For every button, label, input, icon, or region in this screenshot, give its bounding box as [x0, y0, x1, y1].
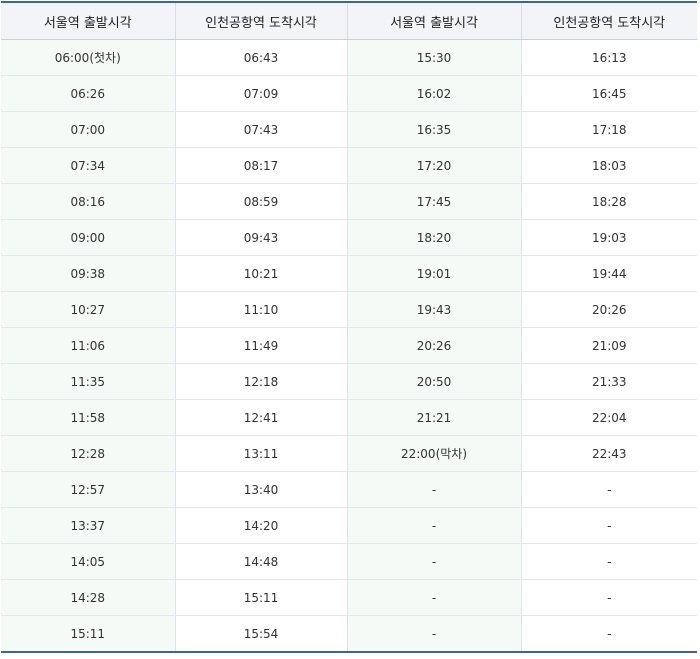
cell-incheon-arrival-1: 12:18 — [175, 363, 348, 400]
cell-incheon-arrival-1: 07:43 — [175, 111, 348, 148]
cell-incheon-arrival-1: 11:10 — [175, 291, 348, 328]
table-row: 09:38 10:21 19:01 19:44 — [1, 255, 697, 292]
table-row: 09:00 09:43 18:20 19:03 — [1, 219, 697, 256]
timetable-container: 서울역 출발시각 인천공항역 도착시각 서울역 출발시각 인천공항역 도착시각 … — [1, 1, 699, 657]
table-row: 14:28 15:11- - — [1, 579, 697, 616]
cell-incheon-arrival-2: 16:13 — [521, 39, 697, 76]
cell-seoul-departure-1: 09:38 — [1, 255, 176, 292]
cell-incheon-arrival-2: 16:45 — [521, 75, 697, 112]
cell-seoul-departure-1: 12:57 — [1, 471, 176, 508]
cell-incheon-arrival-2: 21:33 — [521, 363, 697, 400]
cell-seoul-departure-1: 07:00 — [1, 111, 176, 148]
cell-seoul-departure-1: 15:11 — [1, 615, 176, 652]
cell-seoul-departure-2: 21:21 — [347, 399, 522, 436]
cell-seoul-departure-1: 11:35 — [1, 363, 176, 400]
cell-incheon-arrival-1: 15:54 — [175, 615, 348, 652]
cell-incheon-arrival-2: - — [521, 507, 697, 544]
cell-incheon-arrival-1: 08:17 — [175, 147, 348, 184]
table-row: 12:28 13:11 22:00(막차) 22:43 — [1, 435, 697, 472]
cell-incheon-arrival-2: 18:28 — [521, 183, 697, 220]
cell-seoul-departure-1: 10:27 — [1, 291, 176, 328]
cell-incheon-arrival-1: 12:41 — [175, 399, 348, 436]
cell-incheon-arrival-2: - — [521, 471, 697, 508]
table-row: 08:16 08:59 17:45 18:28 — [1, 183, 697, 220]
cell-seoul-departure-2: 19:43 — [347, 291, 522, 328]
cell-incheon-arrival-2: 22:43 — [521, 435, 697, 472]
header-seoul-departure-2: 서울역 출발시각 — [347, 2, 522, 40]
cell-seoul-departure-2: 17:45 — [347, 183, 522, 220]
cell-seoul-departure-2: 16:02 — [347, 75, 522, 112]
cell-seoul-departure-1: 06:00(첫차) — [1, 39, 176, 76]
cell-seoul-departure-2: 19:01 — [347, 255, 522, 292]
cell-seoul-departure-2: - — [347, 471, 522, 508]
cell-seoul-departure-2: 16:35 — [347, 111, 522, 148]
cell-seoul-departure-1: 07:34 — [1, 147, 176, 184]
table-row: 07:34 08:17 17:20 18:03 — [1, 147, 697, 184]
table-row: 11:35 12:18 20:50 21:33 — [1, 363, 697, 400]
cell-incheon-arrival-2: - — [521, 579, 697, 616]
cell-incheon-arrival-1: 08:59 — [175, 183, 348, 220]
cell-incheon-arrival-1: 10:21 — [175, 255, 348, 292]
cell-incheon-arrival-1: 11:49 — [175, 327, 348, 364]
cell-seoul-departure-2: 20:26 — [347, 327, 522, 364]
cell-seoul-departure-2: - — [347, 507, 522, 544]
header-incheon-arrival-1: 인천공항역 도착시각 — [175, 2, 348, 40]
cell-seoul-departure-1: 08:16 — [1, 183, 176, 220]
table-row: 14:05 14:48- - — [1, 543, 697, 580]
cell-seoul-departure-2: 20:50 — [347, 363, 522, 400]
cell-seoul-departure-2: 15:30 — [347, 39, 522, 76]
cell-incheon-arrival-2: 22:04 — [521, 399, 697, 436]
cell-seoul-departure-2: - — [347, 579, 522, 616]
table-row: 11:58 12:41 21:21 22:04 — [1, 399, 697, 436]
header-row: 서울역 출발시각 인천공항역 도착시각 서울역 출발시각 인천공항역 도착시각 — [1, 2, 697, 40]
table-row: 12:57 13:40- - — [1, 471, 697, 508]
cell-incheon-arrival-2: 19:03 — [521, 219, 697, 256]
cell-incheon-arrival-1: 14:48 — [175, 543, 348, 580]
cell-incheon-arrival-1: 09:43 — [175, 219, 348, 256]
cell-incheon-arrival-1: 14:20 — [175, 507, 348, 544]
cell-seoul-departure-1: 06:26 — [1, 75, 176, 112]
cell-seoul-departure-2: 18:20 — [347, 219, 522, 256]
cell-seoul-departure-1: 14:28 — [1, 579, 176, 616]
cell-incheon-arrival-2: 20:26 — [521, 291, 697, 328]
cell-seoul-departure-1: 13:37 — [1, 507, 176, 544]
cell-incheon-arrival-1: 06:43 — [175, 39, 348, 76]
table-row: 06:26 07:09 16:02 16:45 — [1, 75, 697, 112]
cell-seoul-departure-2: 22:00(막차) — [347, 435, 522, 472]
cell-seoul-departure-1: 14:05 — [1, 543, 176, 580]
cell-seoul-departure-1: 12:28 — [1, 435, 176, 472]
cell-incheon-arrival-1: 13:11 — [175, 435, 348, 472]
cell-incheon-arrival-1: 13:40 — [175, 471, 348, 508]
train-timetable: 서울역 출발시각 인천공항역 도착시각 서울역 출발시각 인천공항역 도착시각 … — [1, 1, 697, 653]
cell-incheon-arrival-1: 15:11 — [175, 579, 348, 616]
cell-incheon-arrival-2: 21:09 — [521, 327, 697, 364]
cell-incheon-arrival-2: 17:18 — [521, 111, 697, 148]
cell-incheon-arrival-2: - — [521, 543, 697, 580]
table-row: 11:06 11:49 20:26 21:09 — [1, 327, 697, 364]
cell-incheon-arrival-2: 18:03 — [521, 147, 697, 184]
cell-seoul-departure-1: 09:00 — [1, 219, 176, 256]
cell-seoul-departure-1: 11:58 — [1, 399, 176, 436]
timetable-body: 06:00(첫차) 06:43 15:30 16:13 06:26 07:09 16:02 1… — [1, 39, 697, 652]
table-row: 07:00 07:43 16:35 17:18 — [1, 111, 697, 148]
cell-seoul-departure-2: 17:20 — [347, 147, 522, 184]
cell-incheon-arrival-1: 07:09 — [175, 75, 348, 112]
table-row: 10:27 11:10 19:43 20:26 — [1, 291, 697, 328]
cell-seoul-departure-2: - — [347, 615, 522, 652]
header-incheon-arrival-2: 인천공항역 도착시각 — [521, 2, 697, 40]
header-seoul-departure-1: 서울역 출발시각 — [1, 2, 176, 40]
table-row: 13:37 14:20- - — [1, 507, 697, 544]
cell-seoul-departure-2: - — [347, 543, 522, 580]
cell-seoul-departure-1: 11:06 — [1, 327, 176, 364]
cell-incheon-arrival-2: - — [521, 615, 697, 652]
table-row: 06:00(첫차) 06:43 15:30 16:13 — [1, 39, 697, 76]
cell-incheon-arrival-2: 19:44 — [521, 255, 697, 292]
table-row: 15:11 15:54- - — [1, 615, 697, 652]
